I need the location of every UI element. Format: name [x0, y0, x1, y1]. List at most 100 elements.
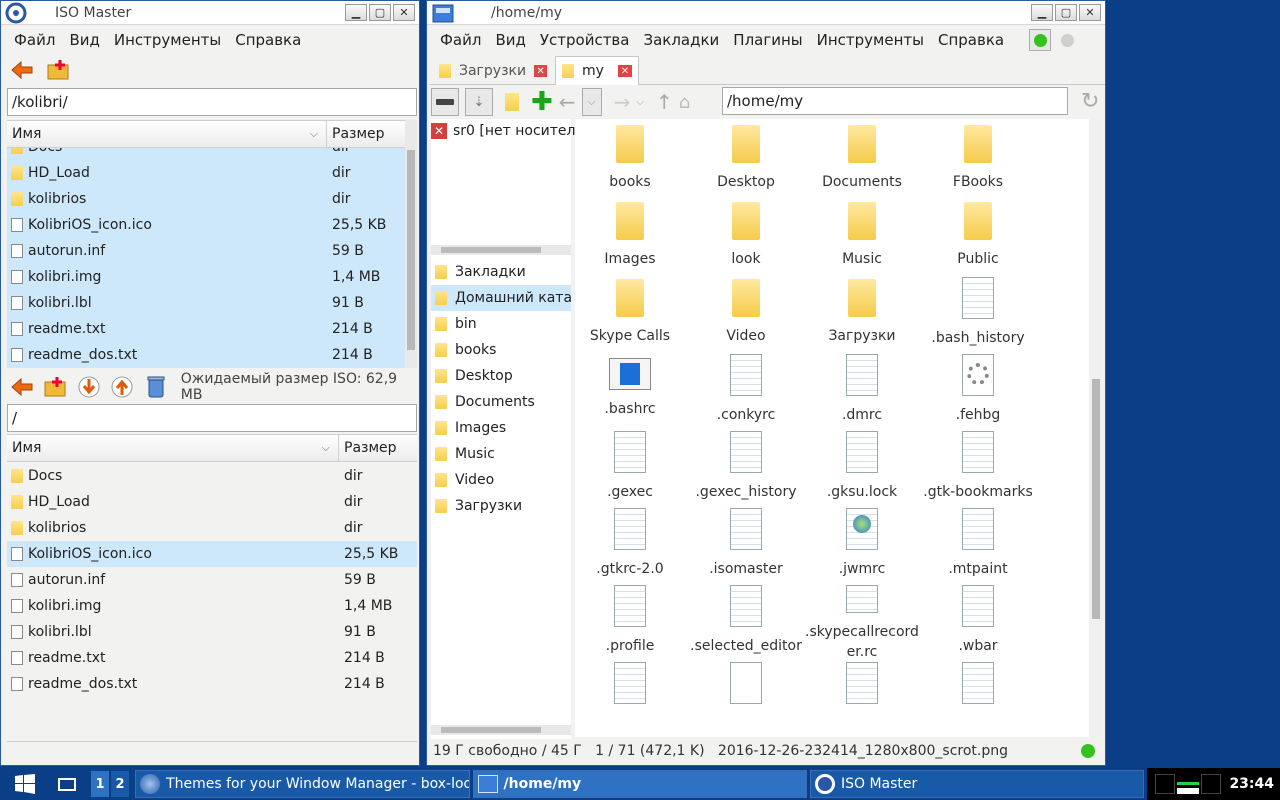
- sidebar-item[interactable]: Documents: [431, 389, 571, 415]
- status-green-icon[interactable]: [1029, 29, 1052, 51]
- fs-col-size[interactable]: Размер: [327, 121, 405, 147]
- file-icon-item[interactable]: books: [575, 123, 685, 200]
- iso-col-name[interactable]: Имя ⌵: [7, 435, 339, 461]
- sidebar-hscroll[interactable]: [431, 245, 571, 255]
- sidebar-item[interactable]: Music: [431, 441, 571, 467]
- forward-arrow-icon[interactable]: →: [614, 90, 631, 114]
- table-row[interactable]: HD_Load dir: [7, 489, 417, 515]
- file-icon-item[interactable]: .fehbg: [923, 354, 1033, 431]
- file-icon-item[interactable]: .gtk-bookmarks: [923, 431, 1033, 508]
- clock[interactable]: 23:44: [1229, 776, 1274, 792]
- fm-menu-plugins[interactable]: Плагины: [726, 31, 809, 49]
- tray-net-icon[interactable]: [1201, 774, 1222, 794]
- tab-close-icon[interactable]: ✕: [618, 65, 632, 77]
- sidebar-item[interactable]: Закладки: [431, 259, 571, 285]
- home-icon[interactable]: ⌂: [679, 92, 690, 113]
- file-icon-item[interactable]: look: [691, 200, 801, 277]
- close-button[interactable]: ✕: [393, 4, 415, 21]
- reload-icon[interactable]: ↻: [1081, 89, 1099, 114]
- history-dropdown-icon[interactable]: ⌵: [581, 88, 602, 116]
- new-tab-plus-icon[interactable]: ✚: [531, 89, 553, 115]
- table-row[interactable]: readme.txt 214 B: [7, 316, 405, 342]
- file-icon-item[interactable]: .isomaster: [691, 508, 801, 585]
- table-row[interactable]: Docs dir: [7, 148, 405, 160]
- file-icon-item[interactable]: .jwmrc: [807, 508, 917, 585]
- fm-path-input[interactable]: /home/my: [722, 87, 1068, 115]
- fs-col-name[interactable]: Имя ⌵: [7, 121, 327, 147]
- file-icon-item[interactable]: Music: [807, 200, 917, 277]
- iso-new-folder-icon[interactable]: [43, 374, 69, 400]
- file-icon-item[interactable]: FBooks: [923, 123, 1033, 200]
- device-sr0[interactable]: ✕ sr0 [нет носител: [431, 119, 575, 143]
- table-row[interactable]: HD_Load dir: [7, 160, 405, 186]
- table-row[interactable]: kolibrios dir: [7, 515, 417, 541]
- tab-downloads[interactable]: Загрузки ✕: [433, 58, 553, 84]
- sidebar-item[interactable]: Video: [431, 467, 571, 493]
- table-row[interactable]: readme.txt 214 B: [7, 645, 417, 671]
- add-to-iso-icon[interactable]: [76, 374, 102, 400]
- table-row[interactable]: kolibri.img 1,4 MB: [7, 593, 417, 619]
- extract-from-iso-icon[interactable]: [110, 374, 136, 400]
- tab-close-icon[interactable]: ✕: [534, 65, 547, 77]
- menu-tools[interactable]: Инструменты: [107, 31, 228, 49]
- task-iso-master[interactable]: ISO Master: [809, 770, 1145, 798]
- file-icon-item[interactable]: .mtpaint: [923, 508, 1033, 585]
- fm-menu-devices[interactable]: Устройства: [533, 31, 637, 49]
- file-icon-item[interactable]: Images: [575, 200, 685, 277]
- table-row[interactable]: KolibriOS_icon.ico 25,5 KB: [7, 541, 417, 567]
- fm-vscrollbar[interactable]: [1089, 119, 1103, 737]
- delete-icon[interactable]: [143, 374, 169, 400]
- file-icon-item[interactable]: .selected_editor: [690, 585, 802, 662]
- file-icon-item[interactable]: Desktop: [691, 123, 801, 200]
- tree-toggle-icon[interactable]: ⇣: [465, 88, 493, 116]
- table-row[interactable]: kolibrios dir: [7, 186, 405, 212]
- fm-minimize-button[interactable]: ▁: [1031, 4, 1053, 21]
- file-icon-item[interactable]: [691, 662, 801, 737]
- sidebar-item[interactable]: Домашний ката: [431, 285, 571, 311]
- menu-file[interactable]: Файл: [7, 31, 62, 49]
- fm-menu-file[interactable]: Файл: [433, 31, 488, 49]
- task-view-icon[interactable]: [49, 768, 85, 800]
- fm-menu-tools[interactable]: Инструменты: [810, 31, 931, 49]
- iso-col-size[interactable]: Размер: [339, 435, 417, 461]
- file-icon-item[interactable]: .dmrc: [807, 354, 917, 431]
- sidebar-item[interactable]: books: [431, 337, 571, 363]
- file-icon-item[interactable]: .wbar: [923, 585, 1033, 662]
- sidebar-item[interactable]: Загрузки: [431, 493, 571, 519]
- tray-black-icon[interactable]: [1155, 774, 1176, 794]
- start-windows-icon[interactable]: [0, 768, 49, 800]
- workspace-1[interactable]: 1: [91, 771, 110, 797]
- table-row[interactable]: kolibri.lbl 91 B: [7, 619, 417, 645]
- table-row[interactable]: autorun.inf 59 B: [7, 567, 417, 593]
- tab-my[interactable]: my ✕: [555, 56, 639, 85]
- fm-menu-bookmarks[interactable]: Закладки: [636, 31, 726, 49]
- file-icon-item[interactable]: .gksu.lock: [807, 431, 917, 508]
- file-icon-item[interactable]: .gexec_history: [691, 431, 801, 508]
- file-icon-item[interactable]: Public: [923, 200, 1033, 277]
- fs-scrollbar[interactable]: [405, 120, 417, 368]
- file-icon-item[interactable]: Skype Calls: [575, 277, 685, 354]
- file-icon-item[interactable]: [923, 662, 1033, 737]
- table-row[interactable]: KolibriOS_icon.ico 25,5 KB: [7, 212, 405, 238]
- fm-close-button[interactable]: ✕: [1079, 4, 1101, 21]
- menu-help[interactable]: Справка: [228, 31, 308, 49]
- sidebar-toggle-icon[interactable]: [431, 88, 459, 116]
- iso-back-arrow-icon[interactable]: [9, 374, 35, 400]
- fs-path-input[interactable]: /kolibri/: [7, 88, 417, 116]
- task-file-manager[interactable]: /home/my: [472, 770, 807, 798]
- sidebar-item[interactable]: Images: [431, 415, 571, 441]
- new-folder-icon[interactable]: [505, 93, 519, 111]
- new-folder-icon[interactable]: [45, 57, 71, 83]
- task-browser[interactable]: Themes for your Window Manager - box-loo…: [135, 770, 470, 798]
- sidebar-item[interactable]: bin: [431, 311, 571, 337]
- back-arrow-icon[interactable]: ←: [559, 90, 576, 114]
- sidebar-hscroll-bottom[interactable]: [431, 725, 571, 735]
- status-gray-icon[interactable]: [1061, 33, 1075, 47]
- file-icon-item[interactable]: .bashrc: [575, 354, 685, 431]
- iso-titlebar[interactable]: ISO Master ▁ ▢ ✕: [1, 1, 419, 25]
- up-arrow-icon[interactable]: ↑: [656, 90, 673, 114]
- file-icon-item[interactable]: .conkyrc: [691, 354, 801, 431]
- table-row[interactable]: Docs dir: [7, 463, 417, 489]
- table-row[interactable]: readme_dos.txt 214 B: [7, 342, 405, 368]
- table-row[interactable]: kolibri.lbl 91 B: [7, 290, 405, 316]
